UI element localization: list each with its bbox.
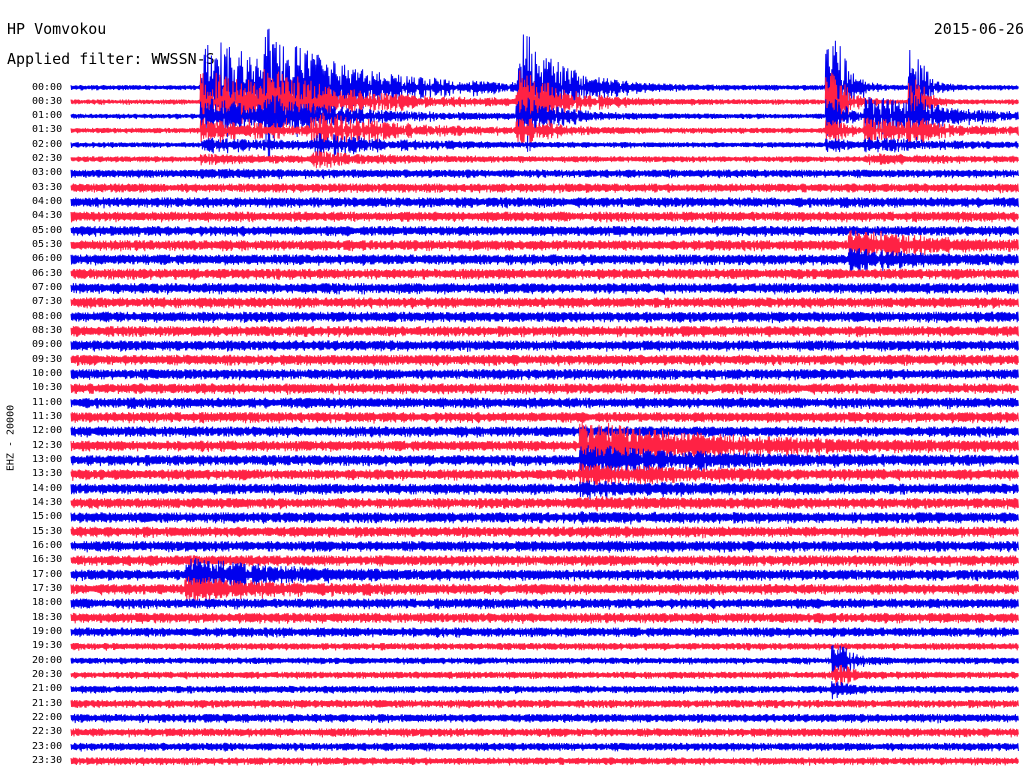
trace-row [70,463,1019,488]
trace-row [70,598,1019,610]
trace-row [70,340,1019,353]
trace-row [70,368,1019,381]
trace-row [70,268,1019,281]
helicorder-figure: HP Vomvokou 2015-06-26 Applied filter: W… [0,0,1024,780]
trace-row [70,612,1019,624]
trace-row [70,496,1019,512]
trace-row [70,383,1019,395]
trace-row [70,540,1019,553]
trace-row [70,325,1019,338]
trace-row [70,397,1019,410]
trace-row [70,183,1019,194]
trace-row [70,699,1019,709]
trace-row [70,713,1019,724]
trace-row [70,757,1019,766]
trace-row [70,426,1019,438]
trace-row [70,742,1019,752]
trace-row [70,150,1019,169]
trace-row [70,311,1019,324]
trace-row [70,526,1019,539]
seismogram-plot [70,28,1019,766]
trace-row [70,354,1019,367]
trace-row [70,211,1019,223]
trace-row [70,197,1019,209]
trace-row [70,681,1019,700]
trace-row [70,411,1019,424]
trace-row [70,283,1019,295]
trace-row [70,225,1019,238]
trace-row [70,511,1019,525]
trace-row [70,627,1019,638]
trace-row [70,642,1019,651]
trace-row [70,728,1019,738]
trace-row [70,168,1019,180]
trace-row [70,297,1019,310]
trace-row [70,480,1019,500]
trace-row [70,664,1019,688]
